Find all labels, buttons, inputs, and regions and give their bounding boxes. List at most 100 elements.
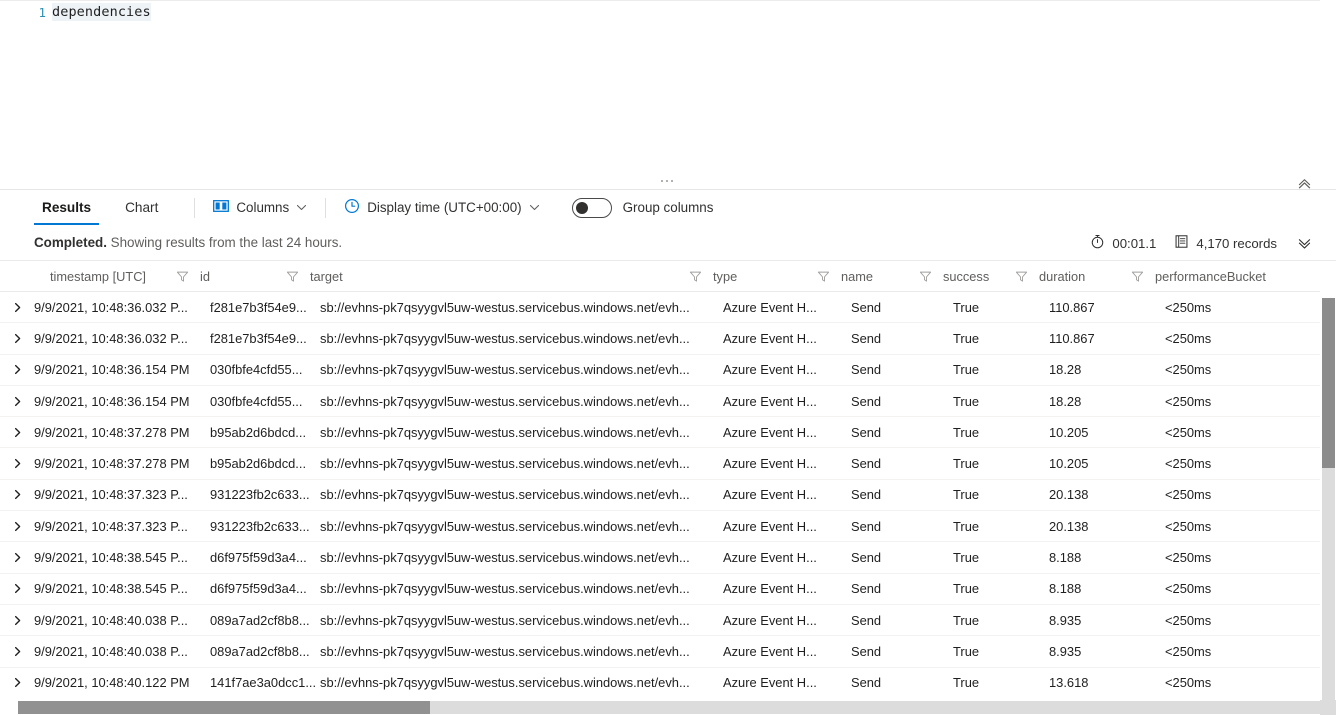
cell-timestamp-text: 9/9/2021, 10:48:40.038 P...	[34, 612, 188, 628]
chevron-double-down-icon[interactable]	[1295, 234, 1314, 253]
group-columns-control[interactable]: Group columns	[571, 197, 713, 218]
filter-funnel-icon[interactable]	[919, 270, 932, 283]
cell-target-text: sb://evhns-pk7qsyygvl5uw-westus.serviceb…	[320, 581, 690, 597]
chevron-right-icon[interactable]	[0, 615, 34, 626]
query-text[interactable]: dependencies	[52, 3, 1336, 21]
table-row[interactable]: 9/9/2021, 10:48:37.323 P... 931223fb2c633…	[0, 479, 1336, 512]
group-columns-toggle[interactable]	[571, 197, 612, 218]
column-header-success[interactable]: success	[919, 261, 1015, 292]
vertical-scrollbar-thumb[interactable]	[1322, 298, 1335, 468]
cell-timestamp: 9/9/2021, 10:48:37.323 P...	[34, 479, 210, 510]
tab-chart[interactable]: Chart	[117, 190, 166, 225]
table-row[interactable]: 9/9/2021, 10:48:40.038 P... 089a7ad2cf8b8…	[0, 605, 1336, 637]
display-time-button[interactable]: Display time (UTC+00:00)	[336, 194, 547, 222]
cell-performancebucket-text: <250ms	[1165, 393, 1212, 409]
cell-type: Azure Event H...	[723, 667, 851, 698]
results-vertical-scrollbar[interactable]	[1320, 289, 1336, 715]
records-metric: 4,170 records	[1174, 234, 1277, 252]
table-row[interactable]: 9/9/2021, 10:48:40.122 PM 141f7ae3a0dcc1.…	[0, 668, 1336, 698]
table-row[interactable]: 9/9/2021, 10:48:37.278 PM b95ab2d6bdcd...…	[0, 448, 1336, 480]
column-header-performancebucket-label: performanceBucket	[1155, 268, 1266, 284]
cell-success: True	[953, 448, 1049, 479]
chevron-right-icon[interactable]	[0, 333, 34, 344]
cell-name-text: Send	[851, 424, 882, 440]
column-header-performancebucket[interactable]: performanceBucket	[1131, 261, 1281, 292]
filter-funnel-icon[interactable]	[176, 270, 189, 283]
chevron-right-icon[interactable]	[0, 458, 34, 469]
cell-performancebucket: <250ms	[1165, 479, 1315, 510]
cell-duration: 20.138	[1049, 511, 1165, 542]
horizontal-scrollbar-thumb[interactable]	[18, 701, 430, 714]
columns-button[interactable]: Columns	[205, 194, 315, 222]
grid-header-row: timestamp [UTC] id target type name succ…	[0, 261, 1336, 292]
chevron-right-icon[interactable]	[0, 646, 34, 657]
chevron-right-icon[interactable]	[0, 583, 34, 594]
table-row[interactable]: 9/9/2021, 10:48:36.032 P... f281e7b3f54e9…	[0, 323, 1336, 355]
table-row[interactable]: 9/9/2021, 10:48:38.545 P... d6f975f59d3a4…	[0, 574, 1336, 605]
table-row[interactable]: 9/9/2021, 10:48:36.032 P... f281e7b3f54e9…	[0, 292, 1336, 324]
chevron-right-icon[interactable]	[0, 521, 34, 532]
table-row[interactable]: 9/9/2021, 10:48:40.038 P... 089a7ad2cf8b8…	[0, 636, 1336, 668]
toolbar-divider-1	[194, 197, 196, 218]
filter-funnel-icon[interactable]	[1015, 270, 1028, 283]
cell-target: sb://evhns-pk7qsyygvl5uw-westus.serviceb…	[320, 448, 723, 479]
cell-target-text: sb://evhns-pk7qsyygvl5uw-westus.serviceb…	[320, 362, 690, 378]
pane-splitter[interactable]	[0, 176, 1336, 190]
column-header-id[interactable]: id	[176, 261, 286, 292]
chevron-right-icon[interactable]	[0, 552, 34, 563]
cell-type: Azure Event H...	[723, 448, 851, 479]
splitter-grip-icon[interactable]	[661, 180, 673, 182]
tab-results[interactable]: Results	[34, 190, 100, 225]
cell-timestamp-text: 9/9/2021, 10:48:36.154 PM	[34, 362, 190, 378]
cell-duration-text: 8.935	[1049, 612, 1082, 628]
column-header-name[interactable]: name	[817, 261, 919, 292]
chevron-right-icon[interactable]	[0, 364, 34, 375]
cell-timestamp: 9/9/2021, 10:48:37.278 PM	[34, 448, 210, 479]
filter-funnel-icon[interactable]	[689, 270, 702, 283]
query-editor-pane[interactable]: 1 dependencies	[0, 0, 1336, 190]
column-header-timestamp[interactable]: timestamp [UTC]	[0, 261, 176, 292]
cell-duration: 10.205	[1049, 417, 1165, 448]
table-row[interactable]: 9/9/2021, 10:48:36.154 PM 030fbfe4cfd55..…	[0, 386, 1336, 418]
cell-target: sb://evhns-pk7qsyygvl5uw-westus.serviceb…	[320, 667, 723, 698]
cell-success-text: True	[953, 456, 980, 472]
cell-type: Azure Event H...	[723, 354, 851, 385]
cell-performancebucket: <250ms	[1165, 354, 1315, 385]
cell-duration-text: 20.138	[1049, 487, 1089, 503]
cell-success: True	[953, 573, 1049, 604]
table-row[interactable]: 9/9/2021, 10:48:37.278 PM b95ab2d6bdcd...…	[0, 417, 1336, 449]
cell-id: d6f975f59d3a4...	[210, 573, 320, 604]
column-header-duration[interactable]: duration	[1015, 261, 1131, 292]
chevron-right-icon[interactable]	[0, 489, 34, 500]
results-grid: timestamp [UTC] id target type name succ…	[0, 261, 1336, 698]
filter-funnel-icon[interactable]	[286, 270, 299, 283]
filter-funnel-icon[interactable]	[1131, 270, 1144, 283]
column-header-target[interactable]: target	[286, 261, 689, 292]
column-header-target-label: target	[310, 268, 343, 284]
cell-type-text: Azure Event H...	[723, 299, 817, 315]
table-row[interactable]: 9/9/2021, 10:48:38.545 P... d6f975f59d3a4…	[0, 542, 1336, 574]
chevron-right-icon[interactable]	[0, 427, 34, 438]
table-row[interactable]: 9/9/2021, 10:48:37.323 P... 931223fb2c633…	[0, 511, 1336, 543]
cell-type: Azure Event H...	[723, 386, 851, 417]
cell-timestamp-text: 9/9/2021, 10:48:37.323 P...	[34, 487, 188, 503]
cell-duration-text: 10.205	[1049, 456, 1089, 472]
cell-success: True	[953, 667, 1049, 698]
chevron-right-icon[interactable]	[0, 677, 34, 688]
cell-target-text: sb://evhns-pk7qsyygvl5uw-westus.serviceb…	[320, 487, 690, 503]
table-row[interactable]: 9/9/2021, 10:48:36.154 PM 030fbfe4cfd55..…	[0, 355, 1336, 386]
cell-success: True	[953, 417, 1049, 448]
chevron-right-icon[interactable]	[0, 302, 34, 313]
cell-timestamp: 9/9/2021, 10:48:40.038 P...	[34, 636, 210, 667]
column-header-type[interactable]: type	[689, 261, 817, 292]
cell-timestamp-text: 9/9/2021, 10:48:36.154 PM	[34, 393, 190, 409]
cell-performancebucket-text: <250ms	[1165, 612, 1212, 628]
cell-target-text: sb://evhns-pk7qsyygvl5uw-westus.serviceb…	[320, 612, 690, 628]
cell-id: 931223fb2c633...	[210, 511, 320, 542]
results-horizontal-scrollbar[interactable]	[0, 700, 1336, 715]
filter-funnel-icon[interactable]	[817, 270, 830, 283]
query-editor-line-1[interactable]: 1 dependencies	[0, 0, 1336, 24]
chevron-right-icon[interactable]	[0, 396, 34, 407]
cell-timestamp: 9/9/2021, 10:48:36.154 PM	[34, 354, 210, 385]
cell-type-text: Azure Event H...	[723, 550, 817, 566]
